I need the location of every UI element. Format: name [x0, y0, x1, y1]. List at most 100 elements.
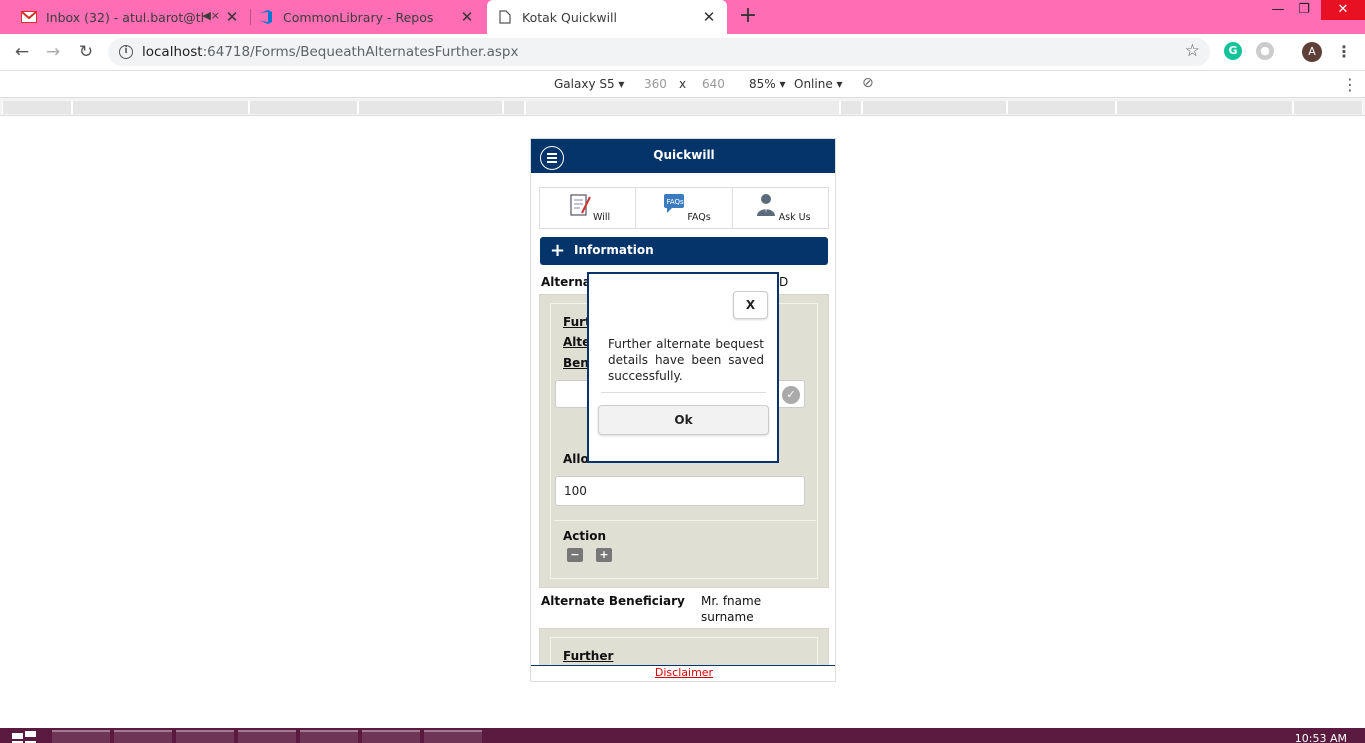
width-input[interactable]: 360: [644, 77, 667, 91]
app-taskbar-icon[interactable]: [424, 730, 482, 743]
svg-text:FAQs: FAQs: [667, 198, 685, 206]
plus-icon: +: [550, 240, 566, 261]
bookmark-star-icon[interactable]: ☆: [1185, 41, 1200, 61]
alternate-beneficiary-name-line1: Mr. fname: [701, 594, 762, 608]
ruler-segment[interactable]: [840, 101, 862, 114]
page-icon: [497, 9, 513, 25]
ruler-segment[interactable]: [2, 101, 72, 114]
quick-nav: Will FAQs FAQs Ask Us: [539, 187, 829, 229]
file-explorer-taskbar-icon[interactable]: [52, 730, 110, 743]
browser-toolbar: ← → ↻ i localhost:64718/Forms/BequeathAl…: [0, 34, 1365, 70]
nav-faqs[interactable]: FAQs FAQs: [636, 188, 733, 228]
alternate-beneficiary-name-line2: surname: [701, 610, 754, 624]
nav-faqs-label: FAQs: [687, 212, 711, 223]
dialog-close-button[interactable]: X: [733, 291, 768, 319]
extension-icon[interactable]: ●: [1256, 42, 1274, 60]
network-value: Online: [794, 77, 833, 91]
further-link-bottom[interactable]: Further: [563, 649, 613, 663]
nav-ask-us-label: Ask Us: [778, 212, 811, 223]
allocation-label: Allo: [563, 452, 589, 466]
ruler-segment[interactable]: [1007, 101, 1116, 114]
close-tab-icon[interactable]: ✕: [459, 9, 475, 25]
taskbar-clock[interactable]: 10:53 AM: [1295, 732, 1347, 743]
dialog-divider: [601, 392, 766, 393]
tab-title: CommonLibrary - Repos: [283, 9, 434, 25]
device-name: Galaxy S5: [554, 77, 615, 91]
ruler-segment[interactable]: [1293, 101, 1363, 114]
url-text[interactable]: localhost:64718/Forms/BequeathAlternates…: [142, 44, 518, 60]
ruler-segment[interactable]: [72, 101, 249, 114]
app-title: Quickwill: [653, 148, 715, 162]
ruler-segment[interactable]: [503, 101, 525, 114]
device-toolbar: Galaxy S5 ▾ 360 x 640 85% ▾ Online ▾ ⊘ ⋮: [0, 70, 1365, 98]
reload-icon[interactable]: ↻: [74, 40, 98, 64]
browser-tabstrip: Inbox (32) - atul.barot@think ◀× ✕ Commo…: [0, 0, 1365, 34]
app-taskbar-icon[interactable]: [176, 730, 234, 743]
back-arrow-icon[interactable]: ←: [10, 40, 34, 64]
remove-row-button[interactable]: −: [567, 548, 583, 562]
profile-avatar[interactable]: A: [1302, 42, 1322, 62]
chrome-taskbar-icon[interactable]: [114, 730, 172, 743]
panel-divider: [554, 520, 816, 521]
windows-start-icon[interactable]: [12, 731, 38, 743]
information-label: Information: [574, 243, 654, 257]
close-window-icon[interactable]: ✕: [1321, 0, 1365, 20]
windows-taskbar: 10:53 AM: [0, 728, 1365, 743]
tab-gmail[interactable]: Inbox (32) - atul.barot@think ◀× ✕: [15, 0, 250, 34]
url-host: localhost: [142, 44, 203, 60]
tab-commonlibrary[interactable]: CommonLibrary - Repos ✕: [250, 0, 485, 34]
site-info-icon[interactable]: i: [119, 45, 133, 59]
url-path: :64718/Forms/BequeathAlternatesFurther.a…: [202, 44, 519, 60]
height-input[interactable]: 640: [702, 77, 725, 91]
ruler-segment[interactable]: [862, 101, 1007, 114]
ruler-segment[interactable]: [358, 101, 503, 114]
nav-ask-us[interactable]: Ask Us: [733, 188, 828, 228]
page-footer: Disclaimer: [531, 665, 835, 681]
chrome-taskbar-icon[interactable]: [362, 730, 420, 743]
new-tab-button[interactable]: +: [736, 4, 760, 28]
action-label: Action: [563, 529, 607, 543]
ask-us-person-icon: [755, 193, 777, 221]
browser-menu-icon[interactable]: ⋮: [1336, 42, 1352, 62]
app-header: Quickwill: [531, 139, 835, 173]
app-taskbar-icon[interactable]: [300, 730, 358, 743]
ruler-segment[interactable]: [249, 101, 358, 114]
ruler-segment[interactable]: [1116, 101, 1293, 114]
alternate-beneficiary-label: Alternate Beneficiary: [541, 594, 685, 608]
speaker-muted-icon[interactable]: ◀×: [202, 9, 220, 22]
close-tab-icon[interactable]: ✕: [224, 9, 240, 25]
allocation-input[interactable]: 100: [555, 476, 805, 506]
tab-title: Inbox (32) - atul.barot@think: [46, 9, 206, 25]
faqs-icon: FAQs: [663, 193, 687, 219]
device-toolbar-menu-icon[interactable]: ⋮: [1342, 75, 1358, 94]
media-query-ruler: [0, 98, 1365, 116]
rotate-icon[interactable]: ⊘: [862, 75, 874, 91]
tab-kotak-quickwill[interactable]: Kotak Quickwill ✕: [487, 0, 727, 34]
nav-will-label: Will: [593, 212, 611, 223]
restore-window-icon[interactable]: ❐: [1288, 0, 1320, 20]
nav-will[interactable]: Will: [540, 188, 637, 228]
grammarly-extension-icon[interactable]: G: [1224, 42, 1242, 60]
disclaimer-link[interactable]: Disclaimer: [655, 666, 713, 679]
success-dialog: X Further alternate bequest details have…: [587, 272, 779, 463]
information-accordion[interactable]: + Information: [540, 237, 828, 265]
network-throttle-select[interactable]: Online ▾: [794, 77, 843, 91]
alternate-value: D: [779, 275, 789, 289]
forward-arrow-icon[interactable]: →: [41, 40, 65, 64]
azure-devops-icon: [258, 9, 274, 25]
ruler-segment[interactable]: [525, 101, 840, 114]
chevron-down-icon: ✓: [782, 386, 800, 404]
device-select[interactable]: Galaxy S5 ▾: [554, 77, 624, 91]
close-tab-icon[interactable]: ✕: [701, 9, 717, 25]
tab-title: Kotak Quickwill: [522, 9, 617, 25]
visual-studio-taskbar-icon[interactable]: [238, 730, 296, 743]
add-row-button[interactable]: +: [596, 548, 612, 562]
ok-button[interactable]: Ok: [598, 405, 769, 435]
gmail-icon: [21, 9, 37, 25]
address-bar[interactable]: i localhost:64718/Forms/BequeathAlternat…: [108, 38, 1210, 66]
dimension-separator: x: [679, 77, 687, 91]
zoom-value: 85%: [749, 77, 776, 91]
will-document-icon: [570, 193, 592, 221]
dialog-message: Further alternate bequest details have b…: [608, 337, 764, 383]
zoom-select[interactable]: 85% ▾: [749, 77, 786, 91]
